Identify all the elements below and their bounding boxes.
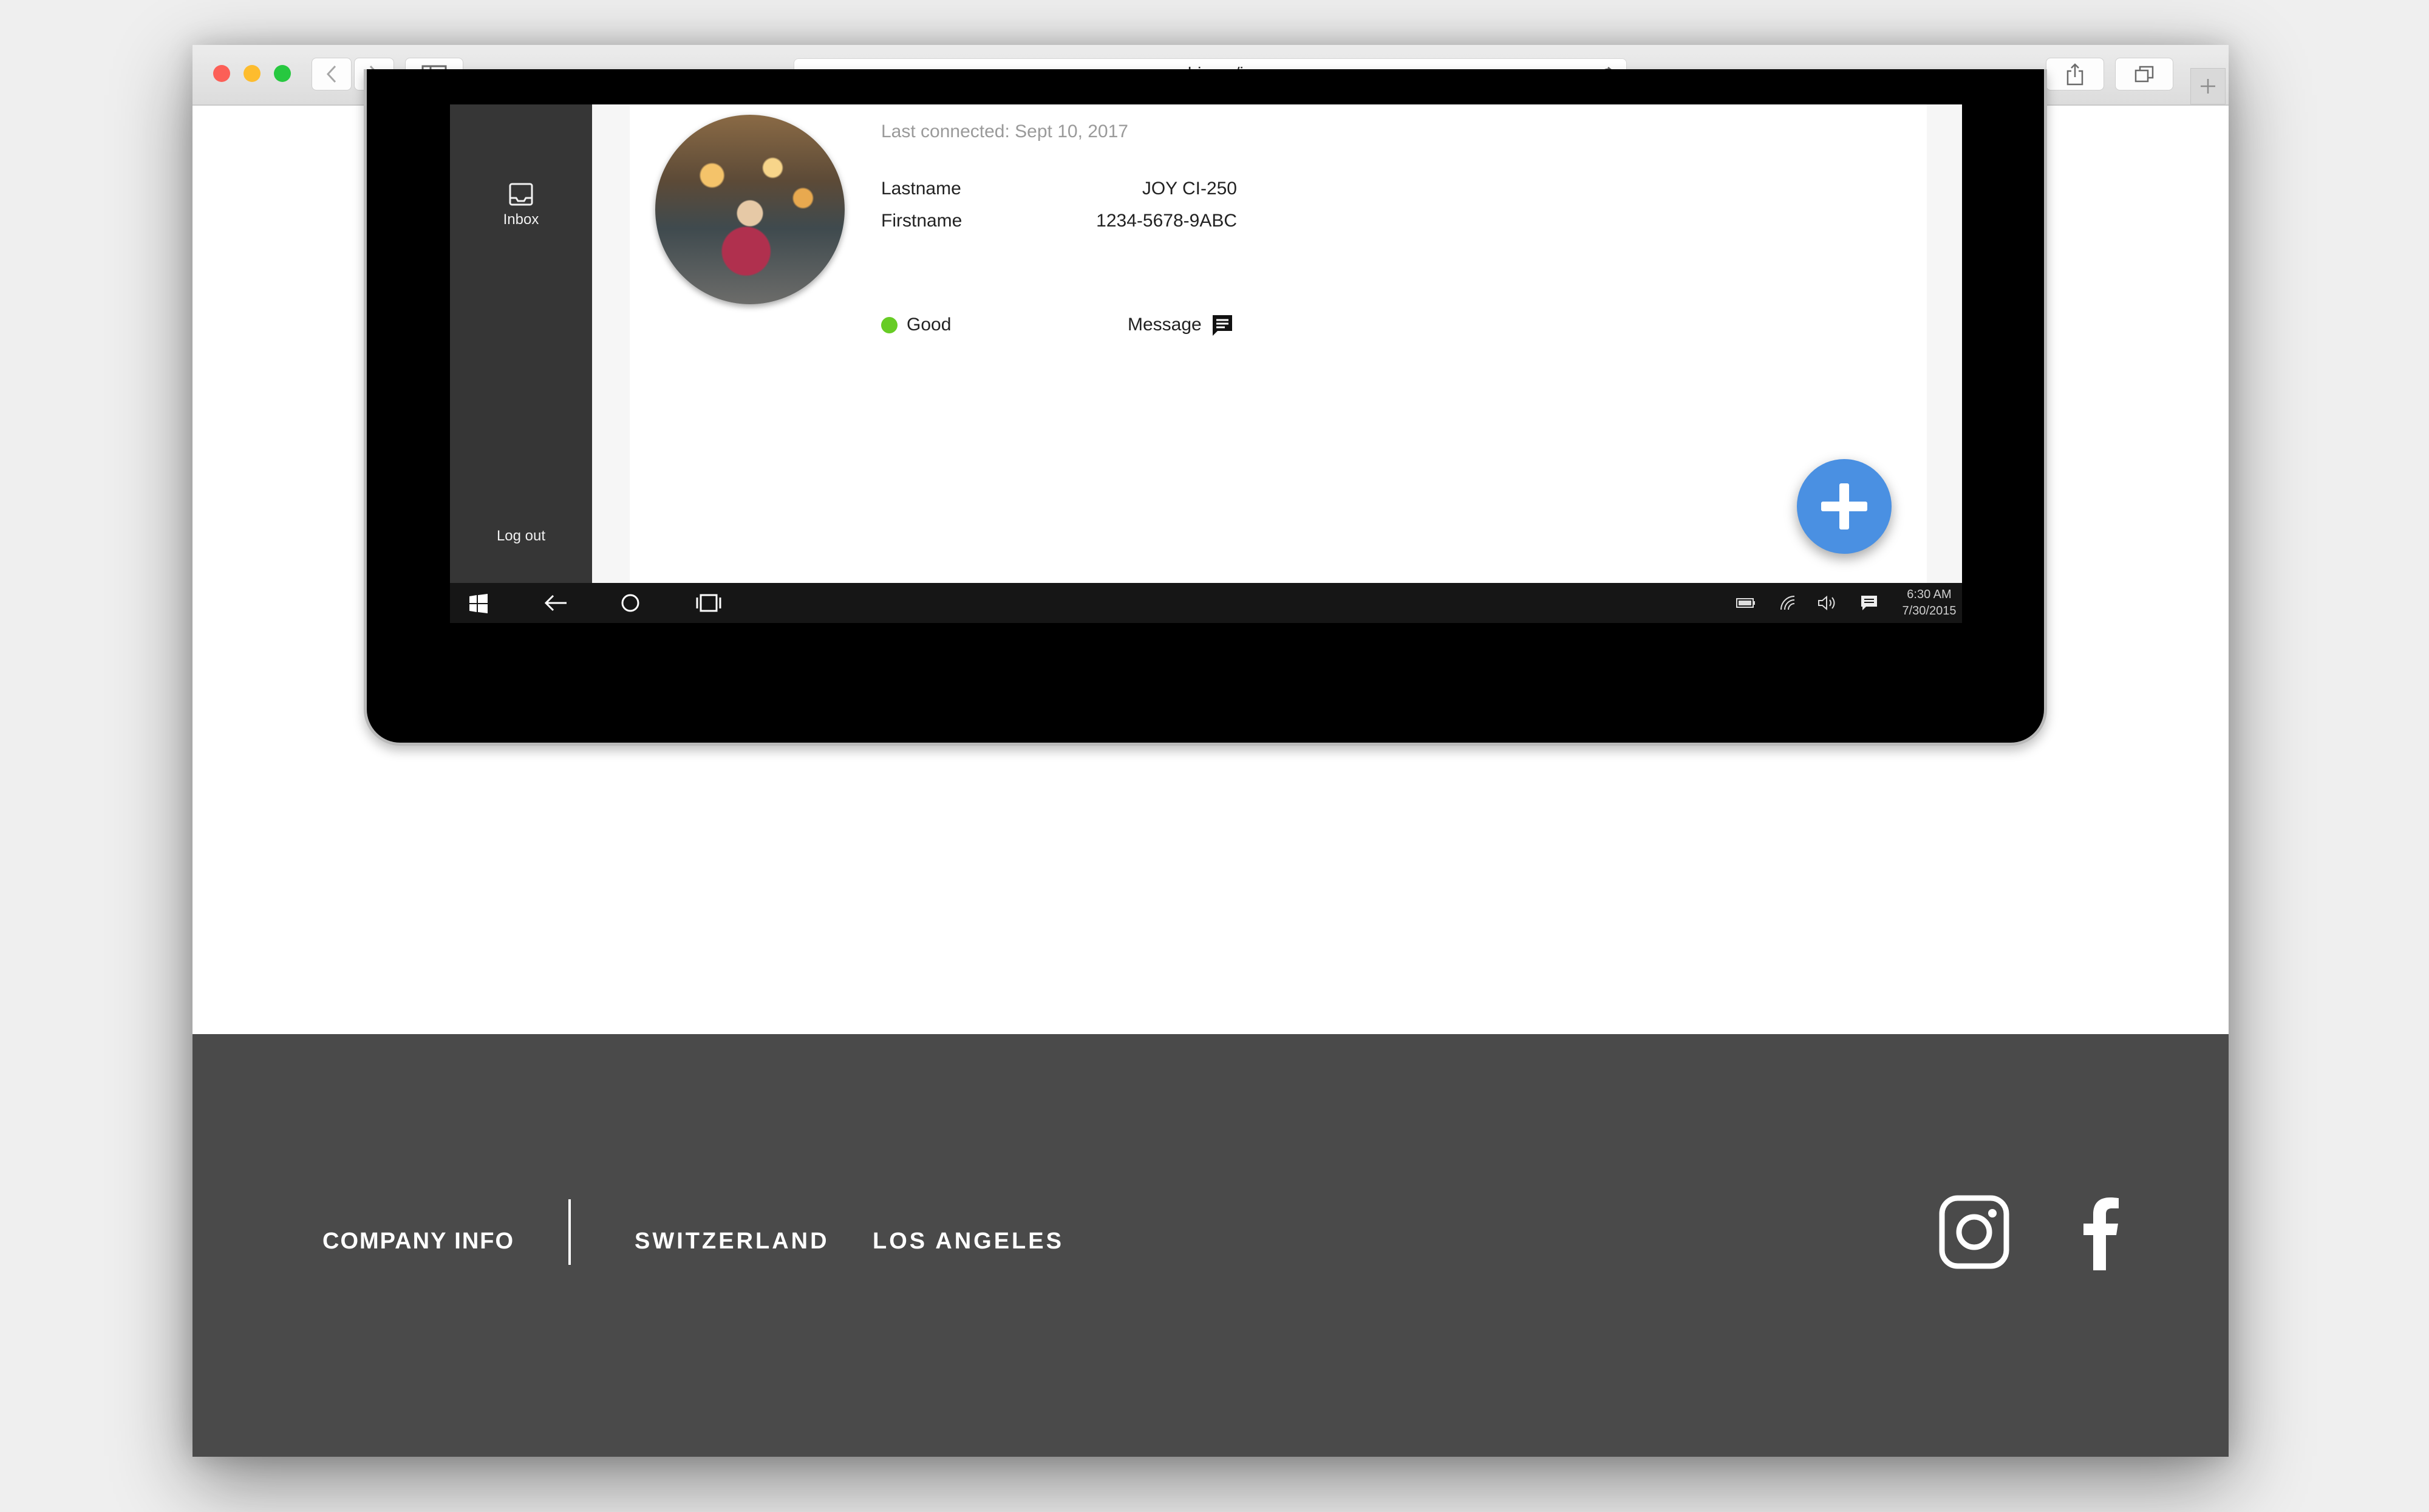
lastname-label: Lastname xyxy=(881,179,961,199)
footer-link-los-angeles[interactable]: LOS ANGELES xyxy=(873,1228,1064,1255)
site-footer: COMPANY INFO SWITZERLAND LOS ANGELES xyxy=(192,1034,2229,1457)
task-view-icon[interactable] xyxy=(695,593,722,613)
logout-label: Log out xyxy=(496,528,546,544)
inbox-label: Inbox xyxy=(503,211,539,228)
tabs-overview-button[interactable] xyxy=(2115,58,2173,90)
windows-taskbar: 6:30 AM 7/30/2015 xyxy=(450,583,1962,623)
notification-icon[interactable] xyxy=(1860,594,1878,612)
minimize-window-button[interactable] xyxy=(244,65,261,82)
avatar xyxy=(655,115,845,304)
share-button[interactable] xyxy=(2046,58,2104,90)
tabs-icon xyxy=(2134,66,2154,83)
message-button[interactable]: Message xyxy=(1128,313,1235,337)
search-circle-icon[interactable] xyxy=(620,593,641,613)
footer-company-info[interactable]: COMPANY INFO xyxy=(322,1228,514,1255)
back-button[interactable] xyxy=(312,58,352,90)
status-indicator xyxy=(881,317,898,333)
message-label: Message xyxy=(1128,315,1202,335)
wifi-icon[interactable] xyxy=(1780,595,1796,611)
footer-divider xyxy=(568,1199,571,1265)
add-button[interactable] xyxy=(1797,459,1892,554)
browser-window: neubio.co/joy Inbox Log out xyxy=(192,45,2229,1457)
instagram-icon[interactable] xyxy=(1939,1195,2009,1269)
message-icon xyxy=(1212,315,1232,336)
taskbar-clock[interactable]: 6:30 AM 7/30/2015 xyxy=(1899,587,1960,619)
plus-icon xyxy=(2201,79,2215,94)
close-window-button[interactable] xyxy=(213,65,230,82)
app-sidebar: Inbox Log out xyxy=(450,104,592,583)
battery-icon[interactable] xyxy=(1736,598,1756,608)
tablet-screen: Inbox Log out Last connected: Sept 10, 2… xyxy=(450,104,1962,583)
new-tab-button[interactable] xyxy=(2190,68,2226,104)
plus-icon xyxy=(1821,483,1867,530)
share-icon xyxy=(2066,63,2083,86)
sidebar-item-inbox[interactable]: Inbox xyxy=(450,182,592,228)
last-connected-text: Last connected: Sept 10, 2017 xyxy=(881,121,1128,141)
windows-start-icon[interactable] xyxy=(468,593,489,614)
back-arrow-icon[interactable] xyxy=(543,594,568,612)
firstname-label: Firstname xyxy=(881,211,962,231)
taskbar-date: 7/30/2015 xyxy=(1902,604,1957,618)
firstname-value: 1234-5678-9ABC xyxy=(1096,211,1237,231)
logout-button[interactable]: Log out xyxy=(450,528,592,545)
chevron-left-icon xyxy=(326,65,336,83)
zoom-window-button[interactable] xyxy=(274,65,291,82)
profile-panel: Last connected: Sept 10, 2017 Lastname J… xyxy=(630,104,1927,583)
lastname-value: JOY CI-250 xyxy=(1142,179,1237,199)
volume-icon[interactable] xyxy=(1817,595,1837,611)
taskbar-time: 6:30 AM xyxy=(1907,588,1952,601)
inbox-icon xyxy=(509,183,533,206)
footer-link-switzerland[interactable]: SWITZERLAND xyxy=(635,1228,830,1255)
status-label: Good xyxy=(907,315,952,335)
facebook-icon[interactable] xyxy=(2081,1195,2121,1270)
